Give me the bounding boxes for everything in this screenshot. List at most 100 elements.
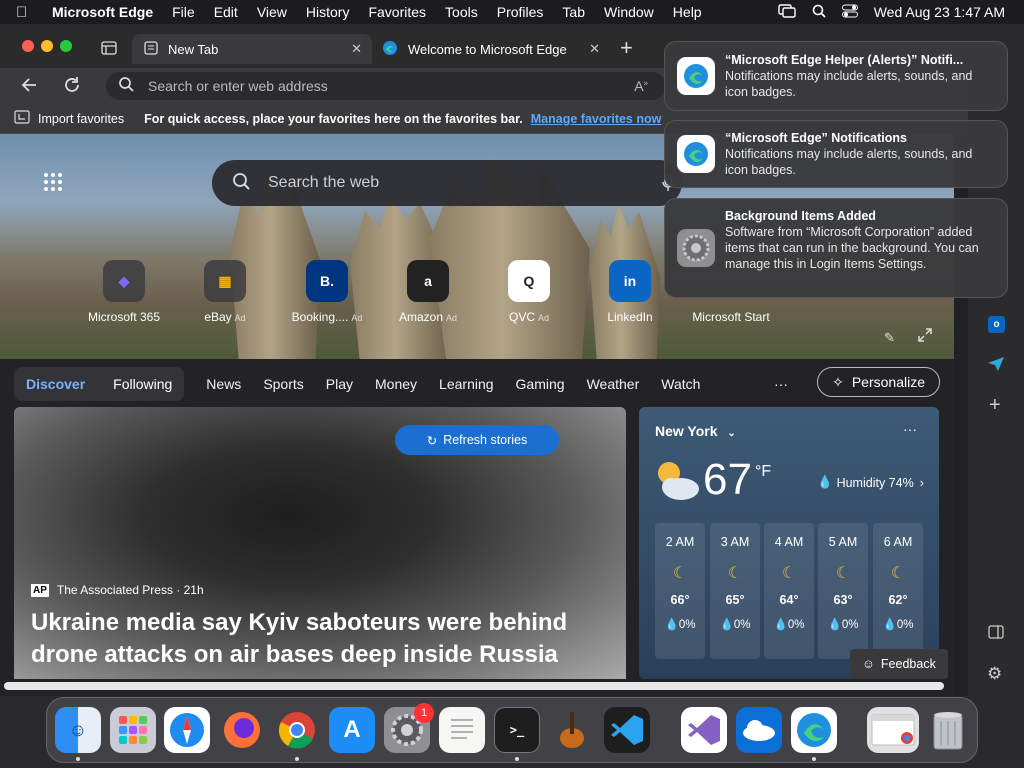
hourly-forecast[interactable]: 6 AM ☾ 62° 💧0%: [873, 523, 923, 659]
menu-file[interactable]: File: [172, 4, 195, 20]
chrome-icon[interactable]: [274, 707, 320, 753]
notification-alerts[interactable]: “Microsoft Edge Helper (Alerts)” Notifi.…: [664, 41, 1008, 111]
web-search-box[interactable]: Search the web: [212, 160, 682, 206]
nav-play[interactable]: Play: [326, 376, 353, 392]
nav-weather[interactable]: Weather: [587, 376, 640, 392]
outlook-icon[interactable]: o: [988, 316, 1005, 333]
quicklink-label: LinkedIn: [607, 310, 653, 324]
apple-menu-icon[interactable]: : [16, 4, 38, 21]
humidity-info[interactable]: 💧 Humidity 74% ›: [817, 475, 924, 490]
hourly-forecast[interactable]: 5 AM ☾ 63° 💧0%: [818, 523, 868, 659]
launchpad-icon[interactable]: [110, 707, 156, 753]
personalize-button[interactable]: ✧ Personalize: [817, 367, 940, 397]
close-tab-icon[interactable]: ✕: [589, 41, 600, 57]
read-aloud-icon[interactable]: A»: [634, 78, 648, 94]
minimized-window-icon[interactable]: [867, 707, 919, 753]
nav-money[interactable]: Money: [375, 376, 417, 392]
back-arrow-icon[interactable]: [20, 76, 38, 99]
terminal-icon[interactable]: >_: [494, 707, 540, 753]
nav-more-button[interactable]: ···: [774, 376, 788, 392]
menu-view[interactable]: View: [257, 4, 287, 20]
menu-window[interactable]: Window: [604, 4, 654, 20]
nav-watch[interactable]: Watch: [661, 376, 700, 392]
import-favorites-link[interactable]: Import favorites: [38, 112, 124, 126]
textedit-icon[interactable]: [439, 707, 485, 753]
menu-help[interactable]: Help: [673, 4, 702, 20]
quicklink-microsoft-365[interactable]: ◆ Microsoft 365: [80, 260, 168, 324]
story-headline[interactable]: Ukraine media say Kyiv saboteurs were be…: [31, 607, 611, 671]
refresh-icon[interactable]: [63, 76, 81, 99]
quicklink-label: Booking....: [291, 310, 349, 324]
finder-icon[interactable]: ☺: [55, 707, 101, 753]
hide-sidebar-icon[interactable]: [988, 625, 1004, 644]
sidebar-settings-icon[interactable]: ⚙: [987, 664, 1002, 684]
weather-card[interactable]: New York ⌄ ··· 67 °F 💧 Humidity 74% › 2 …: [639, 407, 939, 679]
horizontal-scrollbar[interactable]: [4, 682, 944, 690]
menu-clock[interactable]: Wed Aug 23 1:47 AM: [874, 4, 1005, 20]
qvc-icon: Q: [508, 260, 550, 302]
hourly-forecast[interactable]: 3 AM ☾ 65° 💧0%: [710, 523, 760, 659]
hourly-forecast[interactable]: 2 AM ☾ 66° 💧0%: [655, 523, 705, 659]
weather-location[interactable]: New York ⌄: [655, 423, 736, 439]
quicklink-amazon[interactable]: a Amazon Ad: [384, 260, 472, 324]
notification-body: Notifications may include alerts, sounds…: [725, 69, 973, 99]
notification-edge[interactable]: “Microsoft Edge” Notifications Notificat…: [664, 120, 1008, 188]
hour-precip: 💧0%: [664, 619, 696, 631]
nav-learning[interactable]: Learning: [439, 376, 494, 392]
top-story-card[interactable]: ↻ Refresh stories AP The Associated Pres…: [14, 407, 626, 679]
menu-app-name[interactable]: Microsoft Edge: [52, 4, 153, 20]
garageband-icon[interactable]: [549, 707, 595, 753]
edge-icon[interactable]: [791, 707, 837, 753]
tab-welcome[interactable]: Welcome to Microsoft Edge ✕: [374, 34, 610, 64]
quicklink-linkedin[interactable]: in LinkedIn: [586, 260, 674, 324]
refresh-stories-button[interactable]: ↻ Refresh stories: [395, 425, 559, 455]
search-icon: [118, 76, 134, 97]
control-center-icon[interactable]: [841, 4, 858, 21]
minimize-window-button[interactable]: [41, 40, 53, 52]
feedback-icon: ☺: [862, 657, 875, 671]
nav-gaming[interactable]: Gaming: [516, 376, 565, 392]
import-favorites-icon[interactable]: [14, 110, 30, 127]
trash-icon[interactable]: [925, 707, 971, 753]
menu-tools[interactable]: Tools: [445, 4, 478, 20]
manage-favorites-link[interactable]: Manage favorites now: [531, 112, 662, 126]
dock: ☺ A 1 >_: [46, 697, 978, 763]
quicklink-booking[interactable]: B. Booking.... Ad: [283, 260, 371, 324]
visual-studio-icon[interactable]: [681, 707, 727, 753]
expand-icon[interactable]: [918, 328, 932, 347]
menu-edit[interactable]: Edit: [214, 4, 238, 20]
feedback-button[interactable]: ☺ Feedback: [850, 649, 948, 679]
address-input[interactable]: Search or enter web address A»: [106, 72, 666, 100]
hourly-forecast[interactable]: 4 AM ☾ 64° 💧0%: [764, 523, 814, 659]
app-launcher-icon[interactable]: [43, 172, 63, 197]
refresh-label: Refresh stories: [443, 433, 528, 447]
tab-new-tab[interactable]: New Tab ✕: [132, 34, 372, 64]
firefox-icon[interactable]: [219, 707, 265, 753]
customize-background-icon[interactable]: ✎: [884, 330, 895, 346]
zoom-window-button[interactable]: [60, 40, 72, 52]
nav-news[interactable]: News: [206, 376, 241, 392]
screen-mirroring-icon[interactable]: [778, 3, 796, 21]
new-tab-plus-icon[interactable]: +: [620, 35, 633, 61]
send-icon[interactable]: [987, 356, 1005, 377]
spotlight-search-icon[interactable]: [812, 4, 826, 21]
weather-more-button[interactable]: ···: [903, 421, 917, 437]
close-tab-icon[interactable]: ✕: [351, 41, 362, 57]
tab-following[interactable]: Following: [113, 376, 172, 392]
onedrive-icon[interactable]: [736, 707, 782, 753]
notification-background-items[interactable]: Background Items Added Software from “Mi…: [664, 198, 1008, 298]
menu-favorites[interactable]: Favorites: [368, 4, 426, 20]
tab-discover[interactable]: Discover: [26, 376, 85, 392]
safari-icon[interactable]: [164, 707, 210, 753]
nav-sports[interactable]: Sports: [263, 376, 303, 392]
menu-tab[interactable]: Tab: [562, 4, 585, 20]
vscode-icon[interactable]: [604, 707, 650, 753]
close-window-button[interactable]: [22, 40, 34, 52]
app-store-icon[interactable]: A: [329, 707, 375, 753]
quicklink-qvc[interactable]: Q QVC Ad: [485, 260, 573, 324]
menu-history[interactable]: History: [306, 4, 350, 20]
menu-profiles[interactable]: Profiles: [497, 4, 544, 20]
add-sidebar-app-icon[interactable]: +: [989, 394, 1001, 417]
tab-actions-icon[interactable]: [101, 41, 117, 60]
quicklink-ebay[interactable]: ▦ eBay Ad: [181, 260, 269, 324]
